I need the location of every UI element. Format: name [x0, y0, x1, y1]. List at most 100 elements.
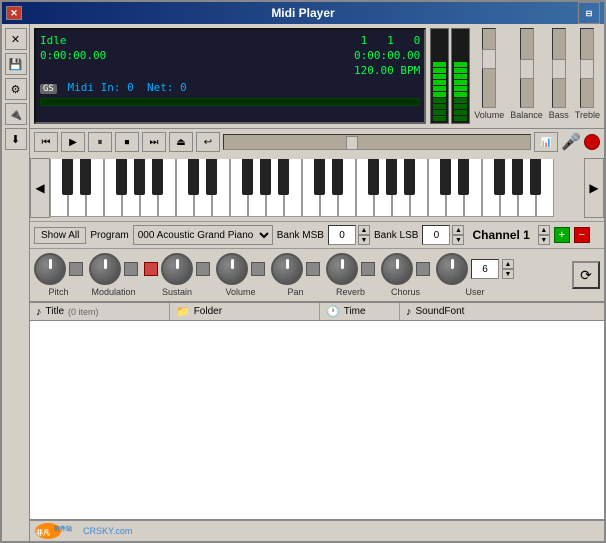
sidebar-settings-btn[interactable]: ⚙	[5, 78, 27, 100]
black-key[interactable]	[386, 159, 397, 195]
piano-scroll-left[interactable]: ◀	[30, 158, 50, 218]
treble-slider-track[interactable]	[580, 28, 594, 108]
sidebar-download-btn[interactable]: ⬇	[5, 128, 27, 150]
bass-slider-track[interactable]	[552, 28, 566, 108]
black-key[interactable]	[260, 159, 271, 195]
col-soundfont-header[interactable]: ♪ SoundFont	[400, 303, 604, 320]
title-bar: ✕ Midi Player ⊟	[2, 2, 604, 24]
bank-msb-label: Bank MSB	[277, 230, 324, 241]
program-select[interactable]: 000 Acoustic Grand Piano	[133, 225, 273, 245]
black-key[interactable]	[242, 159, 253, 195]
black-key[interactable]	[512, 159, 523, 195]
pitch-toggle[interactable]	[69, 262, 83, 276]
black-key[interactable]	[278, 159, 289, 195]
black-key[interactable]	[530, 159, 541, 195]
channel-up[interactable]: ▲	[538, 225, 550, 235]
window-title: Midi Player	[28, 6, 578, 20]
black-key[interactable]	[440, 159, 451, 195]
mic-icon[interactable]: 🎤	[561, 132, 581, 152]
user-spin-down[interactable]: ▼	[502, 269, 514, 279]
reset-button[interactable]: ⟳	[572, 261, 600, 289]
chorus-toggle[interactable]	[416, 262, 430, 276]
black-key[interactable]	[314, 159, 325, 195]
user-knob[interactable]	[436, 253, 468, 285]
seek-thumb[interactable]	[346, 136, 358, 150]
show-all-button[interactable]: Show All	[34, 227, 86, 244]
reverb-knob[interactable]	[326, 253, 358, 285]
black-key[interactable]	[494, 159, 505, 195]
sustain-knob[interactable]	[161, 253, 193, 285]
black-key[interactable]	[332, 159, 343, 195]
chorus-knob[interactable]	[381, 253, 413, 285]
modulation-knob[interactable]	[89, 253, 121, 285]
channel-down[interactable]: ▼	[538, 235, 550, 245]
black-key[interactable]	[206, 159, 217, 195]
add-channel-button[interactable]: +	[554, 227, 570, 243]
col-folder-header[interactable]: 📁 Folder	[170, 303, 320, 320]
pan-label: Pan	[287, 287, 303, 297]
sidebar-close-btn[interactable]: ✕	[5, 28, 27, 50]
main-window: ✕ Midi Player ⊟ ✕ 💾 ⚙ 🔌 ⬇ Idle 1	[0, 0, 606, 543]
black-key[interactable]	[404, 159, 415, 195]
user-value-input[interactable]	[471, 259, 499, 279]
seek-slider[interactable]	[223, 134, 531, 150]
black-key[interactable]	[458, 159, 469, 195]
black-key[interactable]	[188, 159, 199, 195]
black-key[interactable]	[134, 159, 145, 195]
volume-knob[interactable]	[216, 253, 248, 285]
modulation-knob-group: Modulation	[89, 253, 138, 297]
treble-slider-thumb[interactable]	[580, 59, 594, 79]
sustain-toggle[interactable]	[196, 262, 210, 276]
mini-progress-button[interactable]: ⊟	[578, 2, 600, 24]
black-key[interactable]	[116, 159, 127, 195]
col-title-header[interactable]: ♪ Title (0 item)	[30, 303, 170, 320]
close-button[interactable]: ✕	[6, 6, 22, 20]
bank-lsb-input[interactable]	[422, 225, 450, 245]
bank-msb-up[interactable]: ▲	[358, 225, 370, 235]
balance-slider-track[interactable]	[520, 28, 534, 108]
bank-lsb-up[interactable]: ▲	[452, 225, 464, 235]
remove-channel-button[interactable]: −	[574, 227, 590, 243]
black-key[interactable]	[368, 159, 379, 195]
bank-msb-down[interactable]: ▼	[358, 235, 370, 245]
lcd-net: Net: 0	[147, 81, 187, 94]
volume-slider-thumb[interactable]	[482, 49, 496, 69]
lcd-display: Idle 1 1 0 0:00:00.00 0:00:00.00 120.00 …	[34, 28, 426, 124]
stop-button[interactable]: ⏹	[115, 132, 139, 152]
piano-scroll-right[interactable]: ▶	[584, 158, 604, 218]
window-controls: ✕	[6, 6, 22, 20]
repeat-button[interactable]: ↩	[196, 132, 220, 152]
reverb-toggle[interactable]	[361, 262, 375, 276]
volume-slider-label: Volume	[474, 110, 504, 120]
bank-msb-input[interactable]	[328, 225, 356, 245]
bass-slider-thumb[interactable]	[552, 59, 566, 79]
modulation-toggle[interactable]	[124, 262, 138, 276]
bank-lsb-down[interactable]: ▼	[452, 235, 464, 245]
black-key[interactable]	[80, 159, 91, 195]
volume-slider-track[interactable]	[482, 28, 496, 108]
gs-badge: GS	[40, 84, 57, 94]
pan-knob[interactable]	[271, 253, 303, 285]
black-key[interactable]	[62, 159, 73, 195]
pitch-knob[interactable]	[34, 253, 66, 285]
sidebar-plugin-btn[interactable]: 🔌	[5, 103, 27, 125]
black-key[interactable]	[152, 159, 163, 195]
play-button[interactable]: ▶	[61, 132, 85, 152]
user-spin-up[interactable]: ▲	[502, 259, 514, 269]
eject-button[interactable]: ⏏	[169, 132, 193, 152]
balance-slider-thumb[interactable]	[520, 59, 534, 79]
pan-toggle[interactable]	[306, 262, 320, 276]
chart-button[interactable]: 📊	[534, 132, 558, 152]
skip-back-button[interactable]: ⏮	[34, 132, 58, 152]
pause-button[interactable]: ⏸	[88, 132, 112, 152]
channel-bar: Show All Program 000 Acoustic Grand Pian…	[30, 221, 604, 248]
top-section: Idle 1 1 0 0:00:00.00 0:00:00.00 120.00 …	[30, 24, 604, 128]
program-label: Program	[90, 230, 128, 241]
col-time-header[interactable]: 🕐 Time	[320, 303, 400, 320]
sidebar-save-btn[interactable]: 💾	[5, 53, 27, 75]
skip-forward-button[interactable]: ⏭	[142, 132, 166, 152]
volume-toggle[interactable]	[251, 262, 265, 276]
lcd-row2: 0:00:00.00 0:00:00.00	[40, 49, 420, 62]
treble-slider-group: Treble	[575, 28, 600, 120]
record-button[interactable]	[584, 134, 600, 150]
